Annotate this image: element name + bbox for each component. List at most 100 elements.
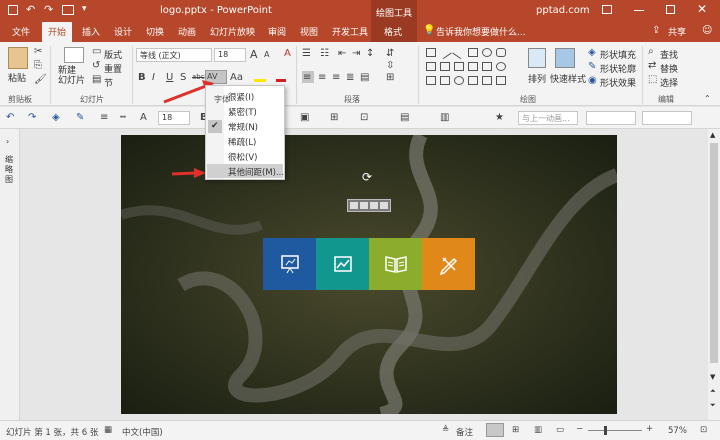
paste-button[interactable]: 粘贴 [8, 71, 26, 84]
toolbar-misc-icon-5[interactable]: ▥ [440, 112, 449, 123]
scroll-down-icon[interactable]: ▼ [710, 373, 715, 381]
spacing-tight[interactable]: 紧密(T) [228, 106, 257, 118]
change-case-button[interactable]: Aa [230, 72, 243, 83]
shape-arrow-down[interactable] [482, 62, 492, 71]
find-icon[interactable]: ⌕ [648, 46, 654, 57]
align-text-icon[interactable]: ⇳ [386, 60, 394, 71]
toolbar-font-size-box[interactable]: 18 [158, 111, 190, 125]
shape-elbow-2[interactable] [454, 62, 464, 71]
justify-icon[interactable]: ≣ [346, 72, 354, 83]
shape-line-2[interactable] [452, 45, 466, 60]
slideshow-from-start-icon[interactable] [62, 5, 74, 15]
spell-check-icon[interactable]: ▦ [104, 425, 112, 435]
language-indicator[interactable]: 中文(中国) [122, 426, 163, 438]
expand-thumbnails-icon[interactable]: › [6, 137, 9, 146]
tab-design[interactable]: 设计 [114, 25, 132, 38]
tell-me-search[interactable]: 告诉我你想要做什么... [436, 25, 526, 38]
next-slide-icon[interactable]: ⏷ [710, 401, 716, 410]
shape-rounded-rect[interactable] [496, 48, 506, 57]
book-tile[interactable] [369, 238, 422, 290]
scroll-thumb[interactable] [710, 143, 718, 363]
share-button[interactable]: 共享 [668, 25, 686, 38]
align-right-icon[interactable]: ≡ [332, 72, 340, 83]
copy-icon[interactable]: ⎘ [34, 60, 42, 71]
toolbar-height-box[interactable] [642, 111, 692, 125]
reading-view-icon[interactable]: ▥ [534, 425, 542, 435]
shape-triangle[interactable] [426, 62, 436, 71]
shape-brace-2[interactable] [440, 76, 450, 85]
shape-textbox[interactable] [426, 48, 436, 57]
tab-animations[interactable]: 动画 [178, 25, 196, 38]
reset-button[interactable]: 重置 [104, 62, 122, 75]
rotate-handle-icon[interactable]: ⟳ [362, 170, 372, 184]
zoom-slider-thumb[interactable] [604, 426, 607, 435]
cut-icon[interactable]: ✂ [34, 46, 42, 57]
toolbar-misc-icon-4[interactable]: ▤ [400, 112, 409, 123]
collapse-ribbon-icon[interactable]: ⌃ [704, 94, 711, 103]
chart-tile[interactable] [316, 238, 369, 290]
shape-arrow-right[interactable] [468, 62, 478, 71]
arrange-icon[interactable] [528, 48, 546, 68]
zoom-out-icon[interactable]: − [576, 424, 583, 434]
smiley-icon[interactable]: ☺ [702, 25, 712, 36]
format-painter-icon[interactable]: 🖌 [34, 74, 47, 85]
redo-toolbar-icon[interactable]: ↷ [28, 112, 36, 123]
find-button[interactable]: 查找 [660, 48, 678, 61]
paste-icon[interactable] [8, 47, 28, 69]
tab-insert[interactable]: 插入 [82, 25, 100, 38]
toolbar-width-box[interactable] [586, 111, 636, 125]
shape-misc-2[interactable] [496, 76, 506, 85]
layout-icon[interactable]: ▭ [92, 46, 101, 57]
shape-oval[interactable] [482, 48, 492, 57]
presentation-tile[interactable] [263, 238, 316, 290]
redo-icon[interactable]: ↷ [44, 3, 53, 16]
shape-brace[interactable] [426, 76, 436, 85]
shape-fill-icon[interactable]: ◈ [588, 47, 596, 58]
minimize-icon[interactable] [634, 10, 644, 11]
shape-effects-icon[interactable]: ◉ [588, 75, 597, 86]
slideshow-view-icon[interactable]: ▭ [556, 425, 564, 435]
more-spacing-option[interactable]: 其他间距(M)... [228, 166, 284, 178]
zoom-slider-track[interactable] [588, 430, 642, 431]
notes-button[interactable]: 备注 [456, 426, 473, 438]
spacing-very-loose[interactable]: 很松(V) [228, 151, 257, 163]
section-icon[interactable]: ▤ [92, 74, 101, 85]
shape-elbow[interactable] [440, 62, 450, 71]
layout-button[interactable]: 版式 [104, 48, 122, 61]
tab-transitions[interactable]: 切换 [146, 25, 164, 38]
shape-star[interactable] [496, 62, 506, 71]
tab-format[interactable]: 格式 [384, 25, 402, 38]
clear-format-icon[interactable]: A [284, 48, 291, 59]
quick-styles-icon[interactable] [555, 48, 575, 68]
scroll-up-icon[interactable]: ▲ [710, 131, 715, 139]
prev-slide-icon[interactable]: ⏶ [710, 387, 716, 396]
arrange-button[interactable]: 排列 [528, 72, 546, 85]
toolbar-misc-icon-1[interactable]: ▣ [300, 112, 309, 123]
section-button[interactable]: 节 [104, 76, 113, 89]
qat-more-icon[interactable]: ▾ [82, 4, 87, 14]
undo-toolbar-icon[interactable]: ↶ [6, 112, 14, 123]
tab-review[interactable]: 审阅 [268, 25, 286, 38]
shape-misc[interactable] [482, 76, 492, 85]
line-style-icon[interactable]: ≡ [100, 112, 108, 123]
undo-icon[interactable]: ↶ [26, 3, 35, 16]
bullets-icon[interactable]: ☰ [302, 48, 311, 59]
smartart-icon[interactable]: ⊞ [386, 72, 394, 83]
shape-line[interactable] [438, 45, 452, 60]
font-name-box[interactable]: 等线 (正文) [136, 48, 212, 62]
shape-outline-icon[interactable]: ✎ [588, 61, 596, 72]
notes-icon[interactable]: ≜ [442, 425, 449, 435]
shape-fill-button[interactable]: 形状填充 [600, 48, 636, 61]
bold-button[interactable]: B [138, 72, 146, 83]
select-button[interactable]: 选择 [660, 76, 678, 89]
normal-view-button[interactable] [486, 423, 504, 437]
line-spacing-icon[interactable]: ↕ [366, 48, 374, 59]
font-color-icon[interactable] [276, 72, 286, 82]
maximize-icon[interactable] [666, 5, 675, 14]
font-size-box[interactable]: 18 [214, 48, 246, 62]
tab-home[interactable]: 开始 [48, 25, 66, 38]
fill-toolbar-icon[interactable]: ◈ [52, 112, 60, 123]
replace-icon[interactable]: ⇄ [648, 60, 656, 71]
design-tile[interactable] [422, 238, 475, 290]
fit-slide-icon[interactable]: ⊡ [700, 425, 707, 435]
